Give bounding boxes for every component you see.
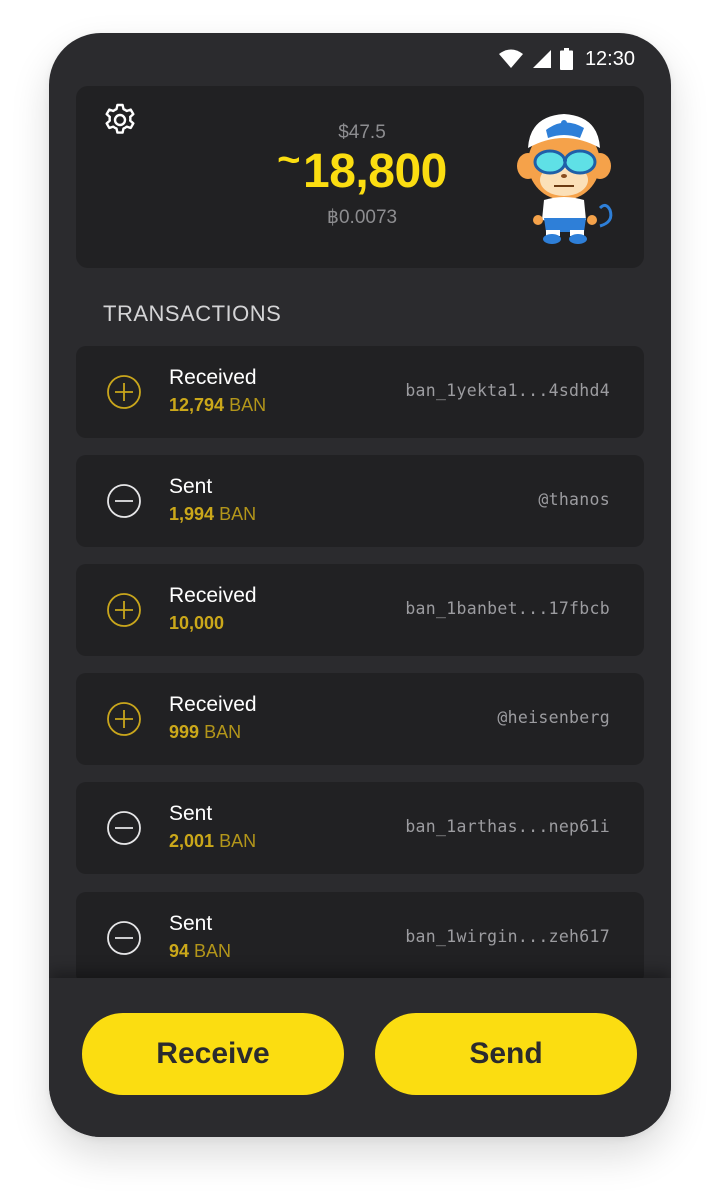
transaction-address: ban_1yekta1...4sdhd4 — [405, 381, 610, 400]
balance-prefix: ~ — [277, 138, 301, 182]
phone-screen: 12:30 $47.5 ~18,800 ฿0.0073 TRANSACTIONS… — [49, 33, 671, 1137]
transaction-row[interactable]: Sent 1,994 BAN @thanos — [76, 455, 644, 547]
plus-circle-icon — [107, 593, 141, 627]
transaction-amount: 1,994 BAN — [169, 504, 257, 524]
send-button[interactable]: Send — [375, 1013, 637, 1095]
transaction-row[interactable]: Sent 94 BAN ban_1wirgin...zeh617 — [76, 892, 644, 984]
transaction-row[interactable]: Received 999 BAN @heisenberg — [76, 673, 644, 765]
balance-amount: 18,800 — [303, 145, 447, 198]
transaction-type: Sent — [169, 475, 213, 498]
transaction-address: @thanos — [538, 490, 610, 509]
minus-circle-icon — [107, 921, 141, 955]
transactions-heading: TRANSACTIONS — [103, 301, 282, 326]
transaction-amount: 12,794 BAN — [169, 395, 267, 415]
transaction-address: ban_1banbet...17fbcb — [405, 599, 610, 618]
transaction-amount: 2,001 BAN — [169, 831, 257, 851]
transaction-address: ban_1arthas...nep61i — [405, 817, 610, 836]
status-bar: 12:30 — [498, 45, 635, 73]
signal-icon — [532, 49, 552, 69]
transaction-type: Received — [169, 366, 257, 389]
transaction-address: ban_1wirgin...zeh617 — [405, 927, 610, 946]
transaction-row[interactable]: Sent 2,001 BAN ban_1arthas...nep61i — [76, 782, 644, 874]
battery-icon — [559, 48, 573, 70]
transaction-amount: 94 BAN — [169, 941, 232, 961]
plus-circle-icon — [107, 375, 141, 409]
transaction-type: Sent — [169, 802, 213, 825]
wifi-icon — [498, 49, 524, 69]
transaction-row[interactable]: Received 10,000 ban_1banbet...17fbcb — [76, 564, 644, 656]
transaction-type: Received — [169, 693, 257, 716]
action-bar: Receive Send — [49, 978, 671, 1137]
transaction-amount: 999 BAN — [169, 722, 242, 742]
transaction-address: @heisenberg — [497, 708, 610, 727]
balance-card: $47.5 ~18,800 ฿0.0073 — [76, 86, 644, 268]
plus-circle-icon — [107, 702, 141, 736]
minus-circle-icon — [107, 484, 141, 518]
receive-button[interactable]: Receive — [82, 1013, 344, 1095]
transaction-type: Received — [169, 584, 257, 607]
transaction-amount: 10,000 — [169, 613, 225, 633]
transaction-row[interactable]: Received 12,794 BAN ban_1yekta1...4sdhd4 — [76, 346, 644, 438]
transaction-type: Sent — [169, 912, 213, 935]
monkey-avatar[interactable] — [508, 108, 620, 246]
minus-circle-icon — [107, 811, 141, 845]
status-time: 12:30 — [584, 47, 635, 70]
